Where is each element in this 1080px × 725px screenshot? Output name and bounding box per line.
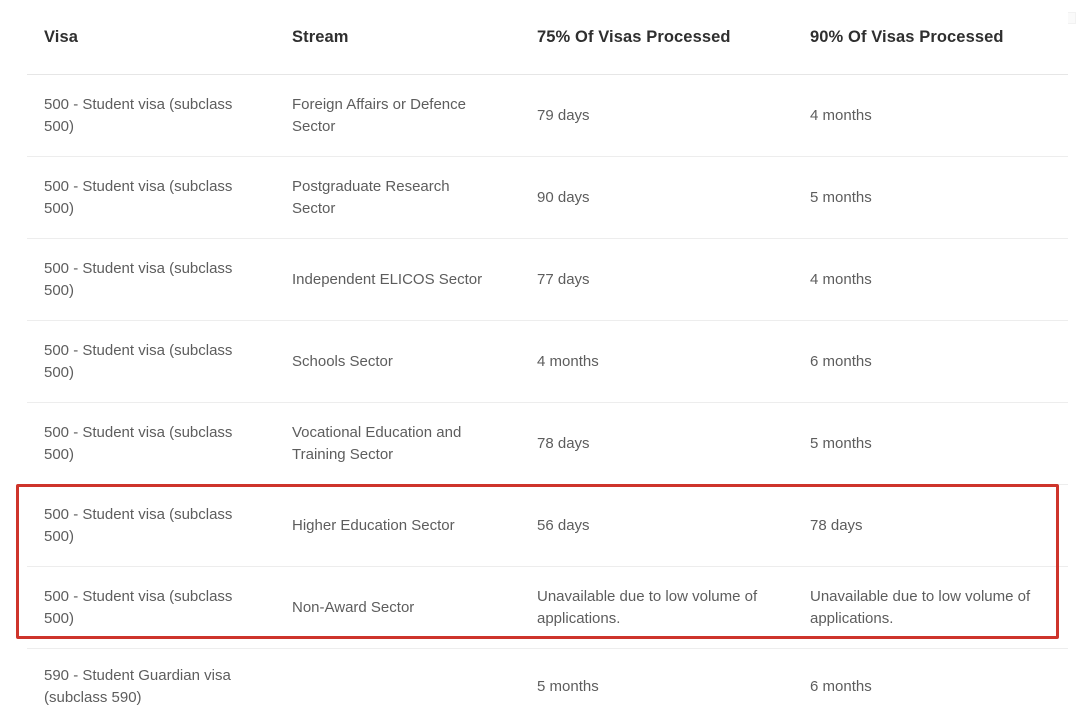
cell-text-stream: Independent ELICOS Sector: [292, 269, 497, 291]
cell-visa: 500 - Student visa (subclass 500): [27, 157, 275, 239]
cell-p75: 77 days: [520, 239, 793, 321]
cell-stream: Foreign Affairs or Defence Sector: [275, 75, 520, 157]
cell-stream: Independent ELICOS Sector: [275, 239, 520, 321]
cell-text-stream: Schools Sector: [292, 351, 497, 373]
cell-p75: Unavailable due to low volume of applica…: [520, 567, 793, 649]
cell-text-visa: 500 - Student visa (subclass 500): [44, 340, 249, 384]
table-body: 500 - Student visa (subclass 500) Foreign…: [27, 75, 1068, 725]
cell-text-p75: Unavailable due to low volume of applica…: [537, 586, 779, 630]
visa-processing-times-table: Visa Stream 75% Of Visas Processed 90% O…: [27, 0, 1068, 725]
cell-text-p90: 4 months: [810, 105, 1054, 127]
cell-p75: 56 days: [520, 485, 793, 567]
cell-text-p75: 90 days: [537, 187, 779, 209]
cell-text-visa: 500 - Student visa (subclass 500): [44, 504, 249, 548]
table-row: 500 - Student visa (subclass 500) Foreign…: [27, 75, 1068, 157]
column-header-stream: Stream: [275, 0, 520, 75]
cell-visa: 500 - Student visa (subclass 500): [27, 239, 275, 321]
cell-stream: Schools Sector: [275, 321, 520, 403]
table-header: Visa Stream 75% Of Visas Processed 90% O…: [27, 0, 1068, 75]
cell-p90: 6 months: [793, 321, 1068, 403]
cell-text-stream: Postgraduate Research Sector: [292, 176, 497, 220]
cell-text-p75: 56 days: [537, 515, 779, 537]
cell-visa: 500 - Student visa (subclass 500): [27, 403, 275, 485]
cell-text-stream: Vocational Education and Training Sector: [292, 422, 497, 466]
column-header-90-percent: 90% Of Visas Processed: [793, 0, 1068, 75]
cell-visa: 500 - Student visa (subclass 500): [27, 75, 275, 157]
cell-text-visa: 500 - Student visa (subclass 500): [44, 258, 249, 302]
cell-p75: 5 months: [520, 649, 793, 725]
table-row: 500 - Student visa (subclass 500) Higher …: [27, 485, 1068, 567]
cell-text-p90: 78 days: [810, 515, 1054, 537]
table-row: 500 - Student visa (subclass 500) Vocatio…: [27, 403, 1068, 485]
cell-text-p90: 6 months: [810, 351, 1054, 373]
cell-visa: 500 - Student visa (subclass 500): [27, 567, 275, 649]
cell-text-p75: 78 days: [537, 433, 779, 455]
cell-text-p90: 5 months: [810, 433, 1054, 455]
cell-p90: 5 months: [793, 403, 1068, 485]
cell-text-p90: 5 months: [810, 187, 1054, 209]
cell-text-stream: Higher Education Sector: [292, 515, 497, 537]
column-header-visa: Visa: [27, 0, 275, 75]
cell-text-visa: 500 - Student visa (subclass 500): [44, 176, 249, 220]
cell-text-stream: Foreign Affairs or Defence Sector: [292, 94, 497, 138]
cell-text-p90: 4 months: [810, 269, 1054, 291]
table-row: 500 - Student visa (subclass 500) Indepen…: [27, 239, 1068, 321]
table-header-row: Visa Stream 75% Of Visas Processed 90% O…: [27, 0, 1068, 75]
cell-p90: 6 months: [793, 649, 1068, 725]
cell-text-p75: 79 days: [537, 105, 779, 127]
table-row: 500 - Student visa (subclass 500) Schools…: [27, 321, 1068, 403]
cell-text-p75: 5 months: [537, 676, 779, 698]
cell-text-visa: 500 - Student visa (subclass 500): [44, 94, 249, 138]
cell-text-visa: 500 - Student visa (subclass 500): [44, 586, 249, 630]
cell-stream: [275, 649, 520, 725]
cell-text-visa: 500 - Student visa (subclass 500): [44, 422, 249, 466]
cell-text-p90: 6 months: [810, 676, 1054, 698]
cell-stream: Non-Award Sector: [275, 567, 520, 649]
page-root: Visa Stream 75% Of Visas Processed 90% O…: [0, 0, 1080, 707]
cell-text-visa: 590 - Student Guardian visa (subclass 59…: [44, 665, 249, 709]
table-row: 500 - Student visa (subclass 500) Non-Awa…: [27, 567, 1068, 649]
cell-p90: 4 months: [793, 239, 1068, 321]
cell-p75: 90 days: [520, 157, 793, 239]
cell-text-p75: 77 days: [537, 269, 779, 291]
cell-visa: 590 - Student Guardian visa (subclass 59…: [27, 649, 275, 725]
cell-p90: 5 months: [793, 157, 1068, 239]
cell-p75: 4 months: [520, 321, 793, 403]
scrollbar-artifact: [1067, 12, 1076, 24]
cell-stream: Vocational Education and Training Sector: [275, 403, 520, 485]
cell-text-stream: Non-Award Sector: [292, 597, 497, 619]
cell-stream: Postgraduate Research Sector: [275, 157, 520, 239]
cell-visa: 500 - Student visa (subclass 500): [27, 485, 275, 567]
table-row: 590 - Student Guardian visa (subclass 59…: [27, 649, 1068, 725]
cell-p90: 4 months: [793, 75, 1068, 157]
table-row: 500 - Student visa (subclass 500) Postgra…: [27, 157, 1068, 239]
cell-p90: 78 days: [793, 485, 1068, 567]
cell-p75: 79 days: [520, 75, 793, 157]
cell-text-p75: 4 months: [537, 351, 779, 373]
cell-visa: 500 - Student visa (subclass 500): [27, 321, 275, 403]
cell-text-p90: Unavailable due to low volume of applica…: [810, 586, 1054, 630]
column-header-75-percent: 75% Of Visas Processed: [520, 0, 793, 75]
cell-stream: Higher Education Sector: [275, 485, 520, 567]
cell-p75: 78 days: [520, 403, 793, 485]
cell-p90: Unavailable due to low volume of applica…: [793, 567, 1068, 649]
